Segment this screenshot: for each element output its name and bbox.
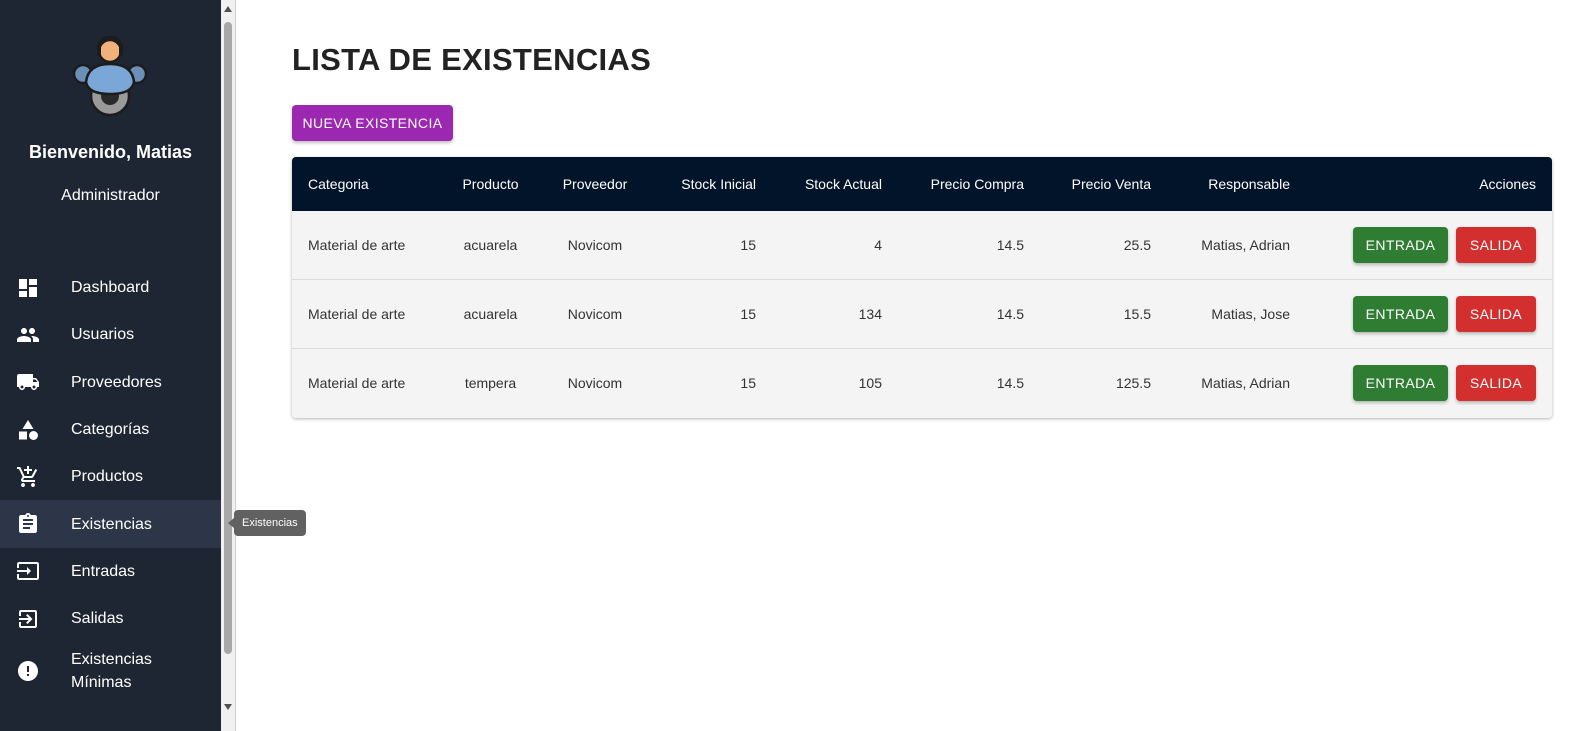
sidebar-item-label: Usuarios (71, 326, 135, 344)
cell-precio-venta: 25.5 (1123, 237, 1151, 254)
sidebar: Bienvenido, Matias Administrador Dashboa… (0, 0, 221, 731)
sidebar-item-label: Dashboard (71, 279, 150, 297)
shapes-icon (19, 419, 38, 440)
sidebar-item-entradas[interactable]: Entradas (0, 548, 221, 595)
divider (235, 0, 236, 731)
sidebar-item-label: Existencias (71, 515, 152, 533)
cell-precio-compra: 14.5 (996, 374, 1024, 391)
login-icon (17, 562, 39, 581)
cell-precio-compra: 14.5 (996, 237, 1024, 254)
cell-producto: acuarela (463, 305, 518, 322)
sidebar-item-productos[interactable]: Productos (0, 453, 221, 500)
sidebar-item-categorias[interactable]: Categorías (0, 406, 221, 453)
cell-acciones: ENTRADA SALIDA (1306, 280, 1552, 349)
salida-button[interactable]: SALIDA (1456, 227, 1536, 264)
cell-proveedor: Novicom (567, 305, 623, 322)
truck-icon (17, 374, 39, 391)
table-header-row: Categoria Producto Proveedor Stock Inici… (292, 157, 1552, 211)
table-row: Material de arte tempera Novicom 15 105 … (292, 348, 1552, 417)
cell-precio-venta: 15.5 (1123, 305, 1151, 322)
column-header: Acciones (1479, 176, 1536, 192)
cell-stock-inicial: 15 (740, 305, 756, 322)
people-icon (17, 327, 39, 342)
cell-stock-inicial: 15 (740, 374, 756, 391)
cart-icon (17, 465, 38, 487)
cell-proveedor: Novicom (567, 237, 623, 254)
column-header: Precio Compra (930, 176, 1024, 192)
entrada-button[interactable]: ENTRADA (1353, 227, 1448, 264)
cell-acciones: ENTRADA SALIDA (1306, 211, 1552, 280)
column-header: Precio Venta (1071, 176, 1151, 192)
sidebar-nav: Dashboard Usuarios Proveedores Categoría… (0, 264, 221, 700)
cell-stock-actual: 134 (858, 305, 882, 322)
scrollbar-thumb[interactable] (224, 22, 232, 654)
salida-button[interactable]: SALIDA (1456, 295, 1536, 332)
nav-tooltip: Existencias (228, 510, 306, 536)
sidebar-item-salidas[interactable]: Salidas (0, 595, 221, 642)
column-header: Responsable (1208, 176, 1290, 192)
cell-precio-compra: 14.5 (996, 305, 1024, 322)
column-header: Stock Inicial (681, 176, 756, 192)
cell-categoria: Material de arte (308, 237, 406, 254)
scroll-up-arrow-icon[interactable] (223, 4, 233, 14)
cell-responsable: Matias, Adrian (1201, 374, 1290, 391)
cell-responsable: Matias, Adrian (1201, 237, 1290, 254)
column-header: Categoria (308, 176, 369, 192)
dashboard-icon (19, 278, 37, 297)
cell-acciones: ENTRADA SALIDA (1306, 348, 1552, 417)
column-header: Producto (462, 176, 519, 192)
sidebar-item-label: Productos (71, 468, 144, 486)
sidebar-item-existencias[interactable]: Existencias (0, 500, 221, 548)
cell-stock-actual: 4 (874, 237, 882, 254)
cell-stock-inicial: 15 (740, 237, 756, 254)
user-role: Administrador (61, 187, 160, 204)
cell-producto: tempera (464, 374, 517, 391)
sidebar-item-label: Existencias Mínimas (71, 651, 152, 692)
sidebar-item-label: Categorías (71, 421, 150, 439)
alert-icon (18, 661, 38, 682)
logout-icon (19, 609, 37, 628)
sidebar-item-label: Salidas (71, 610, 124, 628)
welcome-text: Bienvenido, Matias (28, 142, 193, 162)
cell-categoria: Material de arte (308, 374, 406, 391)
sidebar-item-usuarios[interactable]: Usuarios (0, 311, 221, 358)
sidebar-item-label: Entradas (71, 562, 136, 580)
clipboard-icon (19, 513, 37, 534)
entrada-button[interactable]: ENTRADA (1353, 295, 1448, 332)
column-header: Stock Actual (804, 176, 882, 192)
sidebar-item-dashboard[interactable]: Dashboard (0, 264, 221, 311)
scroll-down-arrow-icon[interactable] (223, 702, 233, 712)
sidebar-item-label: Proveedores (71, 373, 162, 391)
cell-responsable: Matias, Jose (1211, 305, 1290, 322)
cell-producto: acuarela (463, 237, 518, 254)
column-header: Proveedor (562, 176, 628, 192)
stock-table: Categoria Producto Proveedor Stock Inici… (292, 157, 1552, 418)
user-avatar-icon (72, 35, 148, 117)
cell-stock-actual: 105 (858, 374, 882, 391)
cell-categoria: Material de arte (308, 305, 406, 322)
table-row: Material de arte acuarela Novicom 15 134… (292, 279, 1552, 349)
sidebar-item-proveedores[interactable]: Proveedores (0, 359, 221, 406)
table-row: Material de arte acuarela Novicom 15 4 1… (292, 211, 1552, 280)
cell-precio-venta: 125.5 (1115, 374, 1151, 391)
entrada-button[interactable]: ENTRADA (1353, 364, 1448, 401)
sidebar-item-existencias-minimas[interactable]: Existencias Mínimas (0, 642, 221, 700)
salida-button[interactable]: SALIDA (1456, 364, 1536, 401)
page-title: LISTA DE EXISTENCIAS (292, 42, 652, 77)
new-stock-button[interactable]: NUEVA EXISTENCIA (292, 105, 453, 141)
cell-proveedor: Novicom (567, 374, 623, 391)
